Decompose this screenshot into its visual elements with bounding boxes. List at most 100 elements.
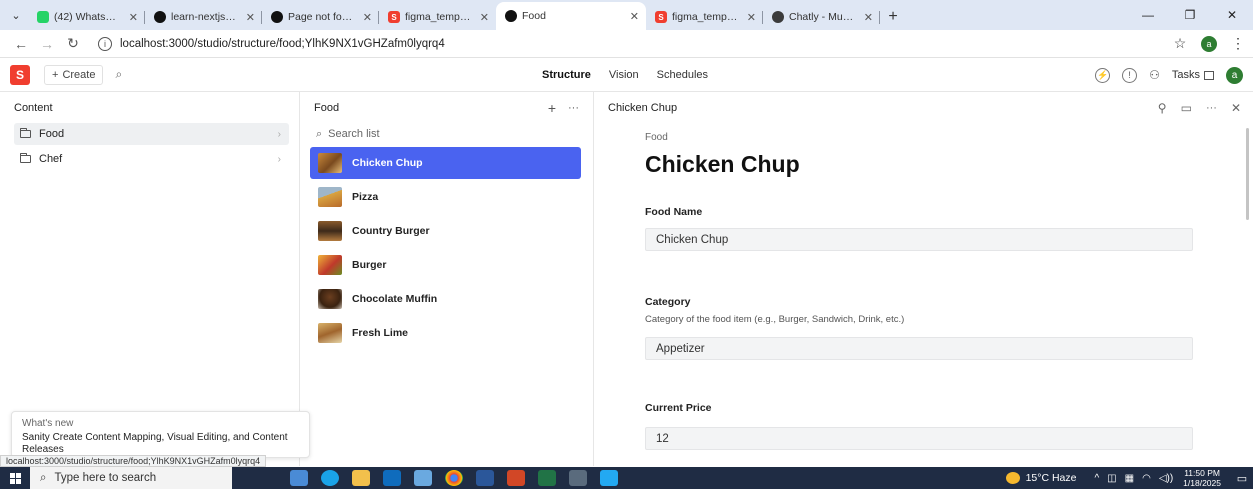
back-arrow-icon[interactable]: ←: [8, 32, 34, 56]
people-icon[interactable]: ⚇: [1149, 68, 1160, 82]
close-icon[interactable]: ✕: [480, 11, 489, 24]
outlook-icon[interactable]: [383, 470, 401, 486]
minimize-icon[interactable]: —: [1127, 0, 1169, 30]
volume-icon[interactable]: ◁)): [1159, 473, 1173, 484]
sanity-logo[interactable]: S: [10, 64, 30, 85]
food-item-pizza[interactable]: Pizza: [310, 181, 581, 213]
excel-icon[interactable]: [538, 470, 556, 486]
system-clock[interactable]: 11:50 PM 1/18/2025: [1183, 468, 1221, 488]
close-icon[interactable]: ✕: [747, 11, 756, 24]
food-icon: [505, 10, 517, 22]
file-explorer-icon[interactable]: [352, 470, 370, 486]
browser-tab-chatly[interactable]: Chatly - Multiple ✕: [763, 4, 880, 30]
terminal-icon[interactable]: [569, 470, 587, 486]
browser-tab-learn-nextjs[interactable]: learn-nextjs/HA ✕: [145, 4, 262, 30]
add-document-icon[interactable]: +: [548, 100, 556, 116]
taskbar-search-box[interactable]: ⌕ Type here to search: [30, 467, 232, 489]
food-thumbnail: [318, 289, 342, 309]
close-icon[interactable]: ✕: [246, 11, 255, 24]
food-thumbnail: [318, 187, 342, 207]
close-icon[interactable]: ✕: [864, 11, 873, 24]
document-title: Chicken Chup: [645, 151, 800, 177]
vscode-icon[interactable]: [600, 470, 618, 486]
site-info-icon[interactable]: i: [98, 36, 112, 51]
browser-tab-strip: ⌄ (42) WhatsApp ✕ learn-nextjs/HA ✕ Page…: [0, 0, 1253, 30]
search-list-placeholder: Search list: [328, 128, 380, 140]
category-field: Category Category of the food item (e.g.…: [645, 296, 1193, 360]
food-thumbnail: [318, 153, 342, 173]
browser-tab-page-not-found[interactable]: Page not found ✕: [262, 4, 379, 30]
search-list-input[interactable]: ⌕ Search list: [316, 123, 579, 145]
tool-vision[interactable]: Vision: [607, 65, 641, 85]
content-item-chef[interactable]: Chef ›: [14, 148, 289, 170]
help-icon[interactable]: !: [1122, 67, 1138, 83]
tab-search-chevron-icon[interactable]: ⌄: [4, 3, 28, 27]
network-icon[interactable]: ◫: [1107, 473, 1116, 484]
document-actions: ⚲ ▭ ··· ✕: [1158, 92, 1241, 123]
edge-icon[interactable]: [321, 470, 339, 486]
food-item-chocolate-muffin[interactable]: Chocolate Muffin: [310, 283, 581, 315]
content-item-food[interactable]: Food ›: [14, 123, 289, 145]
close-icon[interactable]: ✕: [363, 11, 372, 24]
chevron-up-icon[interactable]: ^: [1094, 473, 1099, 484]
app-icon-widget[interactable]: [290, 470, 308, 486]
browser-profile-avatar[interactable]: a: [1201, 35, 1217, 52]
windows-start-button[interactable]: [0, 467, 30, 489]
browser-tab-figma-template[interactable]: S figma_template ✕: [379, 4, 496, 30]
notification-icon[interactable]: ▭: [1231, 467, 1253, 489]
close-icon[interactable]: ✕: [129, 11, 138, 24]
create-button[interactable]: + Create: [44, 64, 104, 85]
close-icon[interactable]: ✕: [630, 10, 639, 23]
food-item-fresh-lime[interactable]: Fresh Lime: [310, 317, 581, 349]
browser-tab-whatsapp[interactable]: (42) WhatsApp ✕: [28, 4, 145, 30]
keyboard-icon[interactable]: ▦: [1125, 473, 1134, 484]
food-item-burger[interactable]: Burger: [310, 249, 581, 281]
word-icon[interactable]: [476, 470, 494, 486]
browser-menu-icon[interactable]: ⋮: [1231, 35, 1245, 52]
taskbar-search-placeholder: Type here to search: [54, 472, 157, 484]
powerpoint-icon[interactable]: [507, 470, 525, 486]
weather-text: 15°C Haze: [1025, 472, 1077, 484]
search-icon[interactable]: ⌕: [115, 67, 122, 82]
close-window-icon[interactable]: ✕: [1211, 0, 1253, 30]
restore-icon[interactable]: ❐: [1169, 0, 1211, 30]
link-icon[interactable]: ⚲: [1158, 101, 1167, 115]
comment-icon[interactable]: ▭: [1181, 101, 1192, 115]
browser-tab-food-active[interactable]: Food ✕: [496, 2, 646, 30]
food-name-input[interactable]: Chicken Chup: [645, 228, 1193, 251]
reload-icon[interactable]: ↻: [60, 32, 86, 56]
clock-date: 1/18/2025: [1183, 478, 1221, 488]
content-pane-header: Content: [0, 92, 299, 123]
more-options-icon[interactable]: ···: [1206, 102, 1217, 114]
new-tab-button[interactable]: +: [880, 4, 906, 30]
store-icon[interactable]: [414, 470, 432, 486]
tasks-button[interactable]: Tasks: [1172, 69, 1214, 81]
food-list-header: Food + ···: [300, 92, 593, 123]
tool-switcher: Structure Vision Schedules: [540, 58, 710, 92]
food-item-country-burger[interactable]: Country Burger: [310, 215, 581, 247]
url-omnibox[interactable]: i localhost:3000/studio/structure/food;Y…: [92, 33, 1167, 55]
category-input[interactable]: Appetizer: [645, 337, 1193, 360]
chrome-icon[interactable]: [445, 470, 463, 486]
presence-icon[interactable]: ⚡: [1095, 67, 1111, 83]
user-avatar[interactable]: a: [1226, 66, 1243, 84]
weather-widget[interactable]: 15°C Haze: [1005, 472, 1077, 484]
forward-arrow-icon[interactable]: →: [34, 32, 60, 56]
whats-new-card[interactable]: What's new Sanity Create Content Mapping…: [11, 411, 310, 458]
system-tray: 15°C Haze ^ ◫ ▦ ◠ ◁)) 11:50 PM 1/18/2025…: [1005, 467, 1253, 489]
address-bar-row: ← → ↻ i localhost:3000/studio/structure/…: [0, 30, 1253, 58]
document-form: Food Chicken Chup Food Name Chicken Chup…: [594, 123, 1253, 450]
search-icon: ⌕: [40, 471, 47, 484]
wifi-icon[interactable]: ◠: [1142, 473, 1151, 484]
bookmark-star-icon[interactable]: ☆: [1167, 35, 1193, 52]
tray-icons: ^ ◫ ▦ ◠ ◁)): [1094, 473, 1173, 484]
current-price-input[interactable]: 12: [645, 427, 1193, 450]
tool-schedules[interactable]: Schedules: [655, 65, 710, 85]
tool-structure[interactable]: Structure: [540, 65, 593, 85]
browser-tab-figma-template-2[interactable]: S figma_template ✕: [646, 4, 763, 30]
document-scrollbar[interactable]: [1246, 128, 1249, 220]
close-pane-icon[interactable]: ✕: [1231, 101, 1241, 115]
list-actions: + ···: [548, 92, 579, 123]
more-options-icon[interactable]: ···: [568, 102, 579, 114]
food-item-chicken-chup[interactable]: Chicken Chup: [310, 147, 581, 179]
